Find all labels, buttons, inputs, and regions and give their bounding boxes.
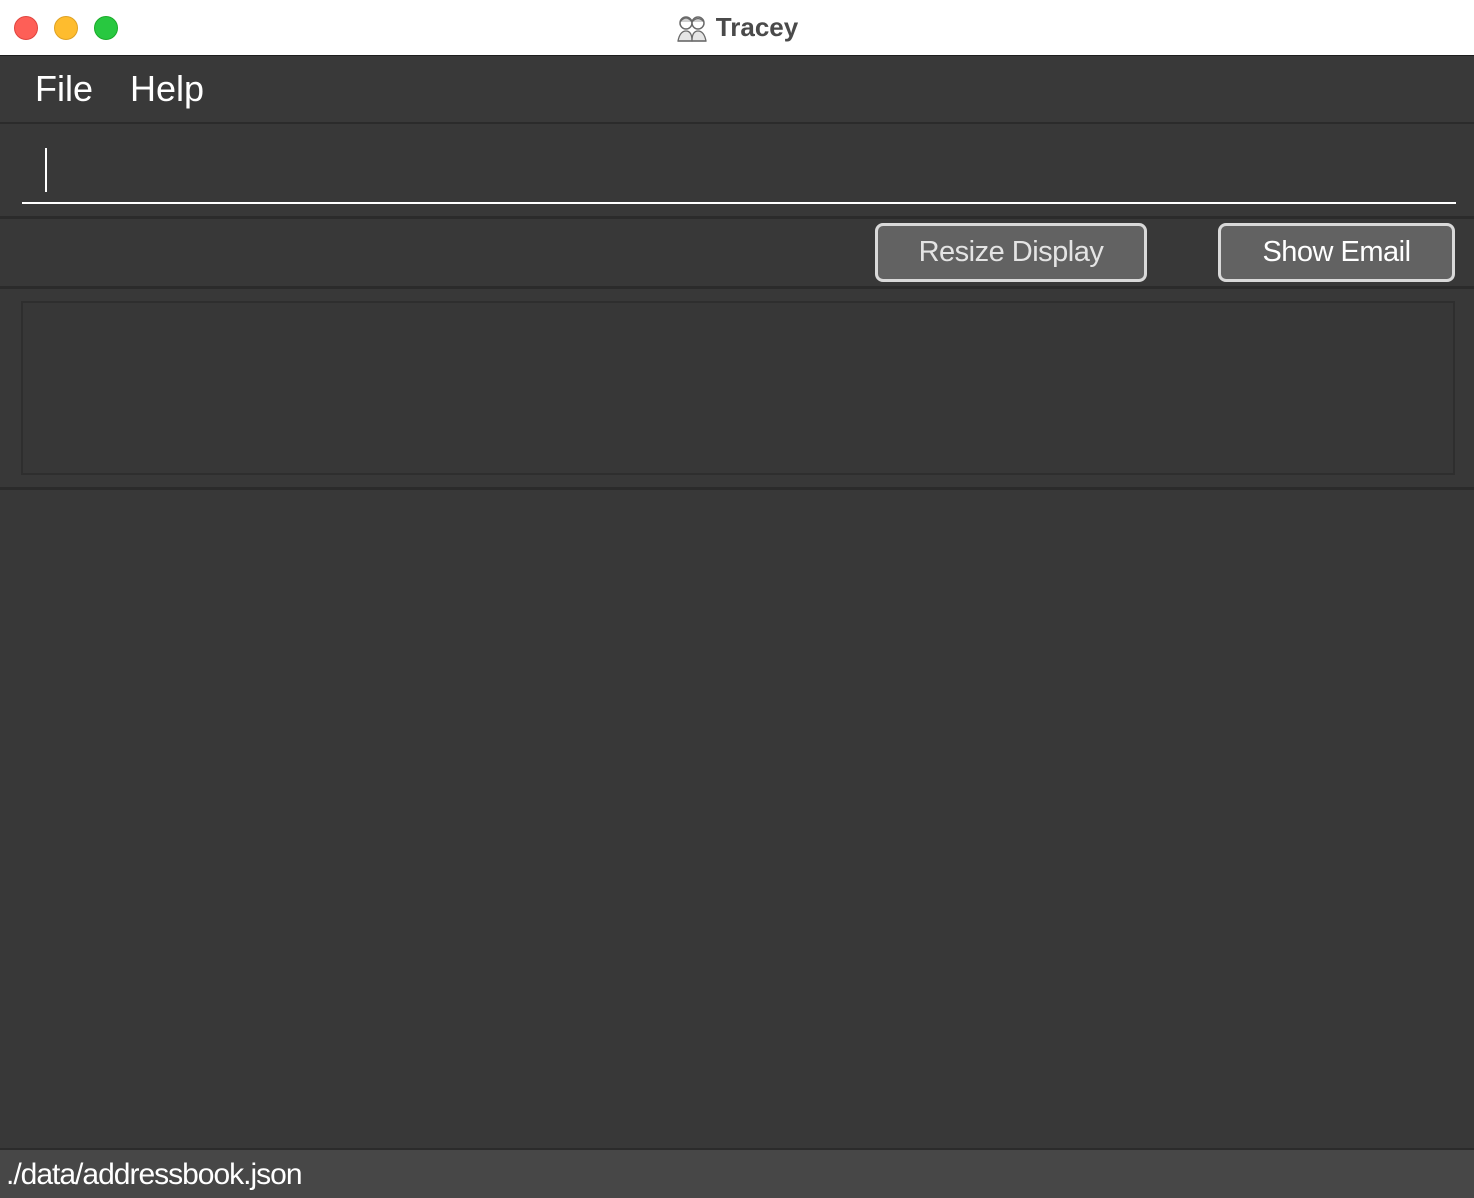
status-bar: ./data/addressbook.json	[0, 1148, 1474, 1198]
result-display-container	[0, 289, 1474, 490]
save-location-label: ./data/addressbook.json	[6, 1158, 303, 1191]
two-people-icon	[677, 15, 707, 42]
window-title-group: Tracey	[0, 0, 1474, 55]
title-bar: Tracey	[0, 0, 1474, 56]
command-input[interactable]	[22, 138, 1456, 204]
display-toolbar: Resize Display Show Email	[0, 219, 1474, 289]
menu-help[interactable]: Help	[130, 68, 204, 110]
menu-file[interactable]: File	[35, 68, 93, 110]
app-window: Tracey File Help Resize Display Show Ema…	[0, 0, 1474, 1198]
text-caret	[45, 148, 47, 192]
show-email-button[interactable]: Show Email	[1218, 223, 1455, 282]
command-box-container	[0, 124, 1474, 219]
result-display[interactable]	[21, 301, 1455, 475]
window-title: Tracey	[715, 12, 799, 42]
person-list-panel[interactable]	[0, 490, 1474, 1148]
resize-display-button[interactable]: Resize Display	[875, 223, 1147, 282]
menu-bar: File Help	[0, 56, 1474, 124]
